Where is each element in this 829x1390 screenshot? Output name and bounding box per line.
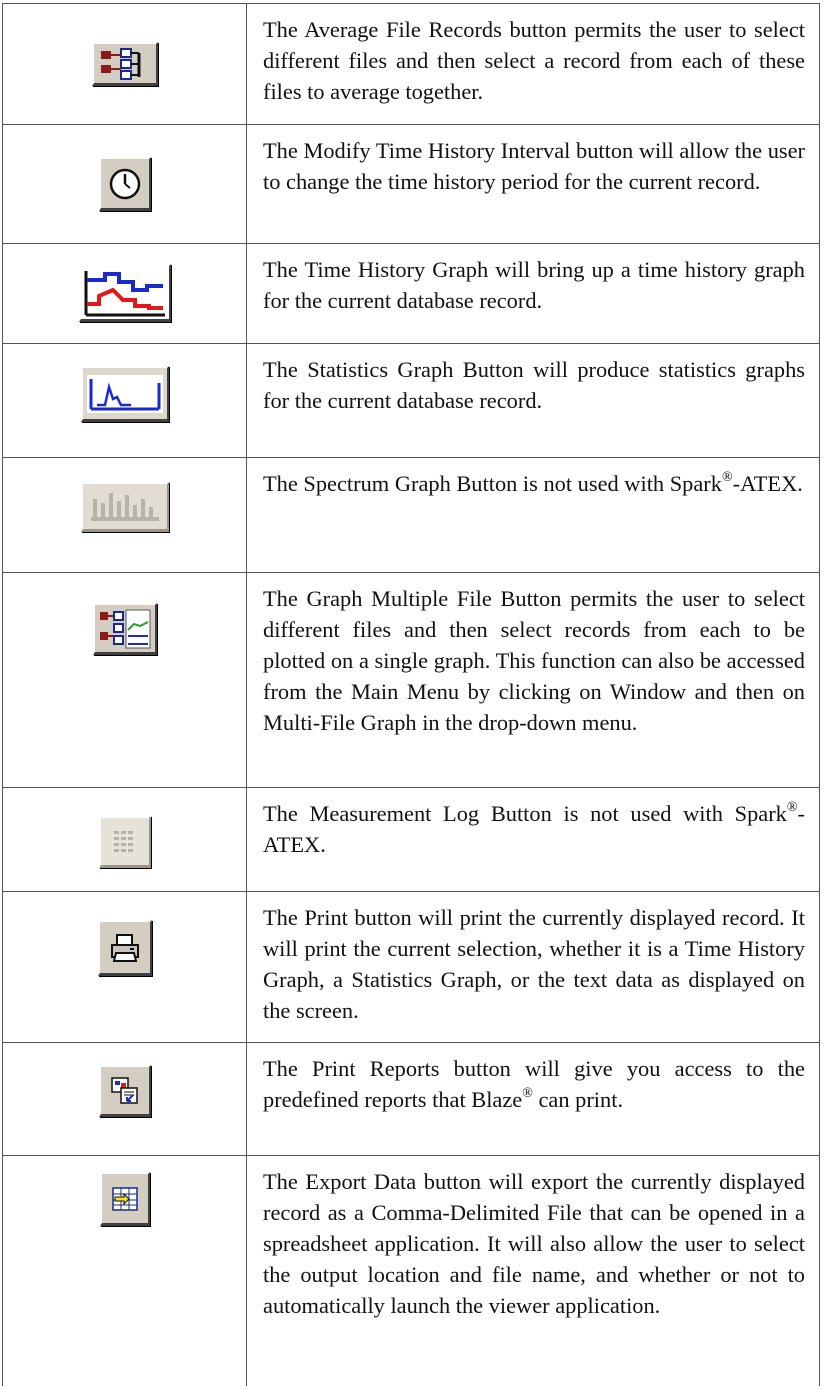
clock-icon bbox=[109, 168, 140, 199]
row-description: The Modify Time History Interval button … bbox=[263, 138, 805, 194]
table-row: The Measurement Log Button is not used w… bbox=[2, 787, 820, 892]
modify-time-history-button[interactable] bbox=[98, 157, 151, 211]
table-row: The Average File Records button permits … bbox=[2, 3, 820, 125]
print-reports-icon bbox=[110, 1076, 138, 1104]
description-cell: The Graph Multiple File Button permits t… bbox=[246, 572, 820, 788]
printer-icon bbox=[110, 933, 139, 962]
spectrum-graph-button[interactable] bbox=[80, 482, 169, 532]
description-cell: The Print Reports button will give you a… bbox=[246, 1042, 820, 1156]
description-cell: The Statistics Graph Button will produce… bbox=[246, 343, 820, 458]
description-cell: The Export Data button will export the c… bbox=[246, 1155, 820, 1386]
export-data-button[interactable] bbox=[99, 1172, 150, 1226]
graph-multiple-file-icon bbox=[99, 609, 150, 648]
spectrum-graph-icon bbox=[90, 492, 159, 521]
measurement-log-button[interactable] bbox=[98, 816, 151, 868]
statistics-graph-icon bbox=[86, 374, 163, 413]
row-description: The Measurement Log Button is not used w… bbox=[263, 801, 787, 826]
icon-cell bbox=[2, 3, 247, 125]
icon-cell bbox=[2, 891, 247, 1043]
measurement-log-icon bbox=[113, 830, 133, 852]
button-reference-table: The Average File Records button permits … bbox=[2, 3, 820, 1386]
time-history-graph-button[interactable] bbox=[78, 264, 171, 322]
table-row: The Statistics Graph Button will produce… bbox=[2, 343, 820, 458]
icon-cell bbox=[2, 457, 247, 573]
table-row: The Spectrum Graph Button is not used wi… bbox=[2, 457, 820, 573]
time-history-graph-icon bbox=[82, 267, 167, 318]
description-cell: The Modify Time History Interval button … bbox=[246, 124, 820, 244]
row-description: The Print button will print the currentl… bbox=[263, 905, 805, 1023]
average-file-records-icon bbox=[100, 47, 140, 80]
row-description-suffix: can print. bbox=[532, 1087, 624, 1112]
table-row: The Time History Graph will bring up a t… bbox=[2, 243, 820, 344]
row-description: The Spectrum Graph Button is not used wi… bbox=[263, 471, 722, 496]
table-row: The Print button will print the currentl… bbox=[2, 891, 820, 1043]
row-description: The Average File Records button permits … bbox=[263, 17, 805, 104]
description-cell: The Spectrum Graph Button is not used wi… bbox=[246, 457, 820, 573]
description-cell: The Print button will print the currentl… bbox=[246, 891, 820, 1043]
print-reports-button[interactable] bbox=[98, 1065, 151, 1117]
table-row: The Graph Multiple File Button permits t… bbox=[2, 572, 820, 788]
registered-mark: ® bbox=[522, 1086, 533, 1101]
icon-cell bbox=[2, 343, 247, 458]
row-description-suffix: -ATEX. bbox=[732, 471, 803, 496]
graph-multiple-file-button[interactable] bbox=[92, 603, 157, 655]
print-button[interactable] bbox=[97, 920, 152, 976]
icon-cell bbox=[2, 243, 247, 344]
description-cell: The Time History Graph will bring up a t… bbox=[246, 243, 820, 344]
average-file-records-button[interactable] bbox=[91, 42, 158, 86]
description-cell: The Measurement Log Button is not used w… bbox=[246, 787, 820, 892]
table-row: The Modify Time History Interval button … bbox=[2, 124, 820, 244]
export-data-icon bbox=[111, 1186, 138, 1211]
statistics-graph-button[interactable] bbox=[80, 366, 169, 422]
row-description: The Graph Multiple File Button permits t… bbox=[263, 586, 805, 735]
icon-cell bbox=[2, 124, 247, 244]
icon-cell bbox=[2, 1042, 247, 1156]
description-cell: The Average File Records button permits … bbox=[246, 3, 820, 125]
row-description: The Export Data button will export the c… bbox=[263, 1169, 805, 1318]
table-row: The Export Data button will export the c… bbox=[2, 1155, 820, 1386]
icon-cell bbox=[2, 787, 247, 892]
document-page: The Average File Records button permits … bbox=[0, 0, 829, 1390]
registered-mark: ® bbox=[721, 470, 733, 485]
row-description: The Time History Graph will bring up a t… bbox=[263, 257, 805, 313]
icon-cell bbox=[2, 572, 247, 788]
icon-cell bbox=[2, 1155, 247, 1386]
table-row: The Print Reports button will give you a… bbox=[2, 1042, 820, 1156]
row-description: The Statistics Graph Button will produce… bbox=[263, 357, 805, 413]
registered-mark: ® bbox=[786, 800, 798, 815]
